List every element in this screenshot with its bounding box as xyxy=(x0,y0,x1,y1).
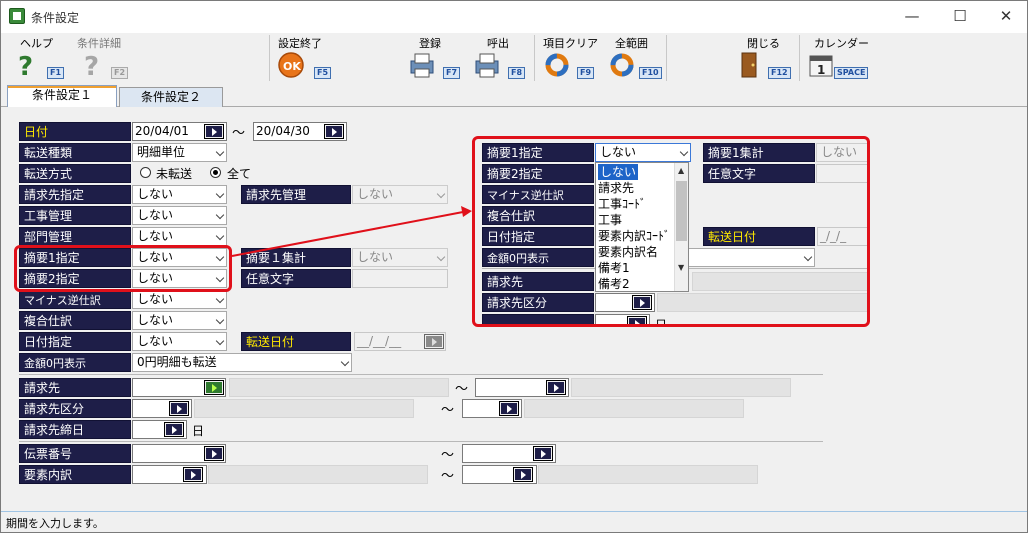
dropdown-option[interactable]: 要素内訳ｺｰﾄﾞ xyxy=(598,228,670,244)
scroll-down-icon[interactable]: ▼ xyxy=(678,263,684,272)
scroll-up-icon[interactable]: ▲ xyxy=(678,166,684,175)
summary1-dropdown-list: しない 請求先 工事ｺｰﾄﾞ 工事 要素内訳ｺｰﾄﾞ 要素内訳名 備考1 備考2… xyxy=(595,162,689,292)
dropdown-option[interactable]: しない xyxy=(598,164,639,180)
dropdown-option[interactable]: 請求先 xyxy=(598,180,634,196)
dropdown-option[interactable]: 備考2 xyxy=(598,276,630,292)
dropdown-option[interactable]: 備考1 xyxy=(598,260,630,276)
status-bar: 期間を入力します。 xyxy=(1,511,1027,532)
dropdown-option[interactable]: 要素内訳名 xyxy=(598,244,658,260)
status-message: 期間を入力します。 xyxy=(6,517,104,530)
dropdown-option[interactable]: 工事ｺｰﾄﾞ xyxy=(598,196,646,212)
dropdown-scrollbar[interactable]: ▲ ▼ xyxy=(674,163,688,291)
dropdown-option[interactable]: 工事 xyxy=(598,212,622,228)
scrollbar-thumb[interactable] xyxy=(676,181,687,241)
window: 条件設定 — ☐ ✕ ヘルプ ? F1 条件詳細 ? F2 設定終了 OK F5… xyxy=(0,0,1028,533)
